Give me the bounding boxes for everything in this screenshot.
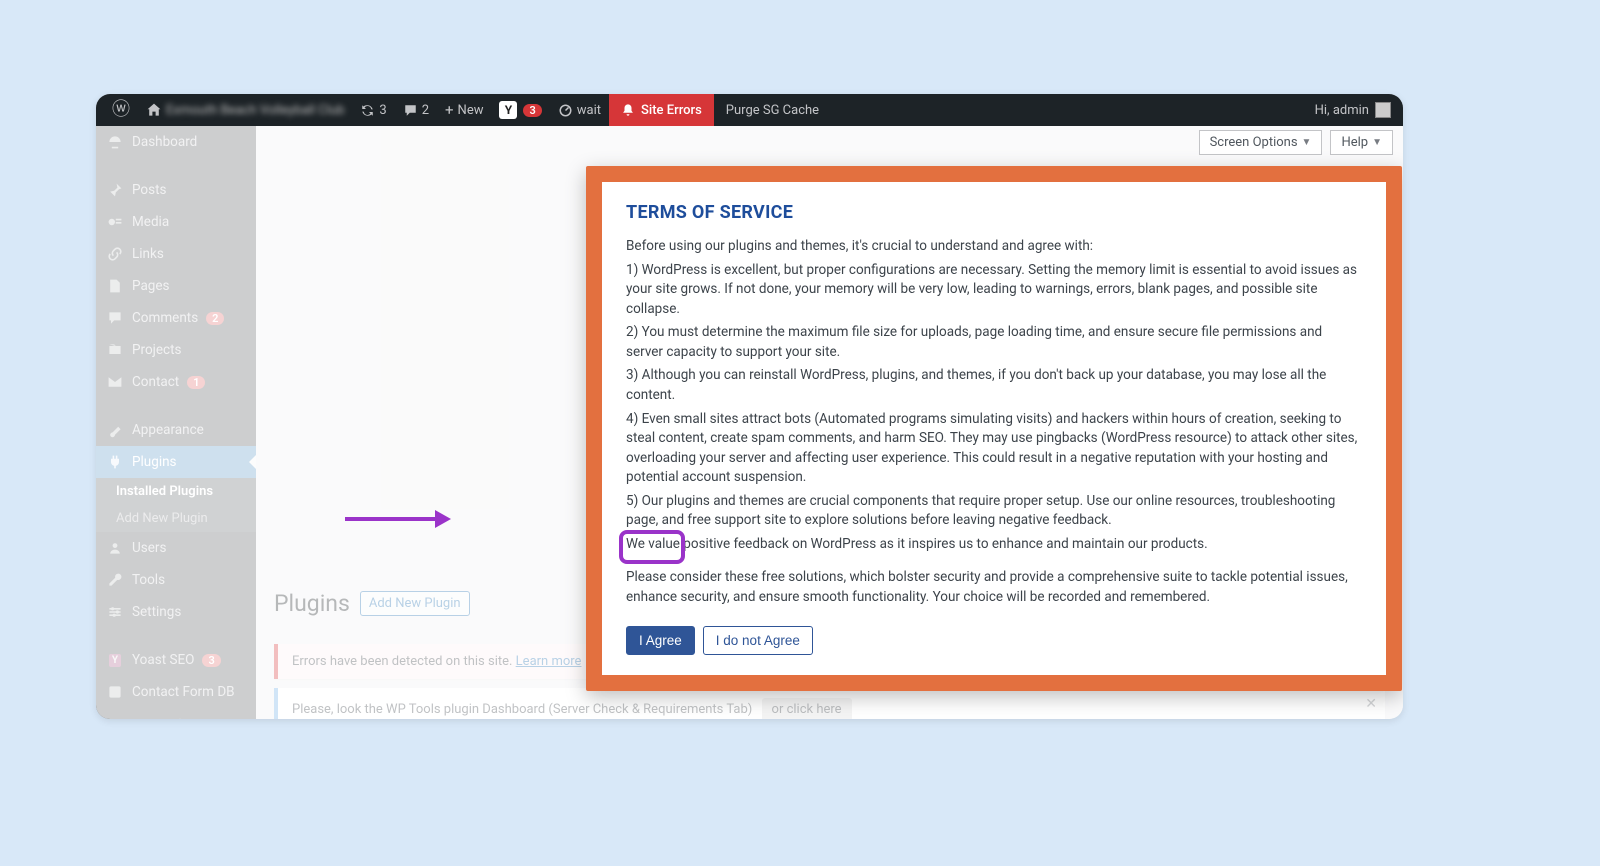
- wait-label: wait: [577, 103, 601, 118]
- admin-sidebar: Dashboard Posts Media Links Pages Commen…: [96, 126, 256, 719]
- new-content[interactable]: + New: [437, 94, 491, 126]
- modal-p2: 2) You must determine the maximum file s…: [626, 323, 1362, 362]
- site-title: Exmouth Beach Volleyball Club: [166, 103, 344, 118]
- modal-p1: 1) WordPress is excellent, but proper co…: [626, 261, 1362, 320]
- modal-p5: 5) Our plugins and themes are crucial co…: [626, 492, 1362, 531]
- plus-icon: +: [445, 101, 454, 119]
- gauge-icon: [558, 103, 573, 118]
- comments-link[interactable]: 2: [395, 94, 437, 126]
- wp-admin-window: ⓦ Exmouth Beach Volleyball Club 3 2 + Ne…: [96, 94, 1403, 719]
- modal-p6: We value positive feedback on WordPress …: [626, 535, 1362, 555]
- modal-title: TERMS OF SERVICE: [626, 202, 1362, 223]
- modal-p3: 3) Although you can reinstall WordPress,…: [626, 366, 1362, 405]
- caret-down-icon: ▼: [1372, 137, 1382, 148]
- home-icon: [146, 102, 162, 118]
- updates-link[interactable]: 3: [352, 94, 394, 126]
- agree-button[interactable]: I Agree: [626, 626, 695, 655]
- annotation-arrow: [345, 509, 455, 529]
- content-area: Screen Options▼ Help▼ Plugins Add New Pl…: [256, 126, 1403, 719]
- help-button[interactable]: Help▼: [1330, 130, 1393, 155]
- comments-count: 2: [422, 103, 429, 118]
- yoast-link[interactable]: Y 3: [491, 94, 549, 126]
- modal-outro: Please consider these free solutions, wh…: [626, 568, 1362, 607]
- yoast-badge: 3: [523, 104, 541, 117]
- site-errors-label: Site Errors: [641, 103, 702, 118]
- account-menu[interactable]: Hi, admin: [1315, 102, 1395, 118]
- site-errors-button[interactable]: Site Errors: [609, 94, 714, 126]
- screen-options-button[interactable]: Screen Options▼: [1199, 130, 1323, 155]
- bell-icon: [621, 103, 635, 117]
- refresh-icon: [360, 103, 375, 118]
- new-label: New: [458, 103, 484, 118]
- modal-intro: Before using our plugins and themes, it'…: [626, 237, 1362, 257]
- hi-admin-label: Hi, admin: [1315, 103, 1369, 118]
- avatar: [1375, 102, 1391, 118]
- purge-cache-button[interactable]: Purge SG Cache: [714, 103, 831, 118]
- terms-of-service-modal: TERMS OF SERVICE Before using our plugin…: [586, 166, 1402, 691]
- yoast-icon: Y: [499, 101, 517, 119]
- caret-down-icon: ▼: [1302, 137, 1312, 148]
- disagree-button[interactable]: I do not Agree: [703, 626, 813, 655]
- updates-count: 3: [379, 103, 386, 118]
- admin-bar: ⓦ Exmouth Beach Volleyball Club 3 2 + Ne…: [96, 94, 1403, 126]
- site-home[interactable]: Exmouth Beach Volleyball Club: [138, 94, 352, 126]
- modal-p4: 4) Even small sites attract bots (Automa…: [626, 410, 1362, 488]
- perf-wait[interactable]: wait: [550, 94, 609, 126]
- comment-icon: [403, 103, 418, 118]
- wp-logo[interactable]: ⓦ: [104, 94, 138, 126]
